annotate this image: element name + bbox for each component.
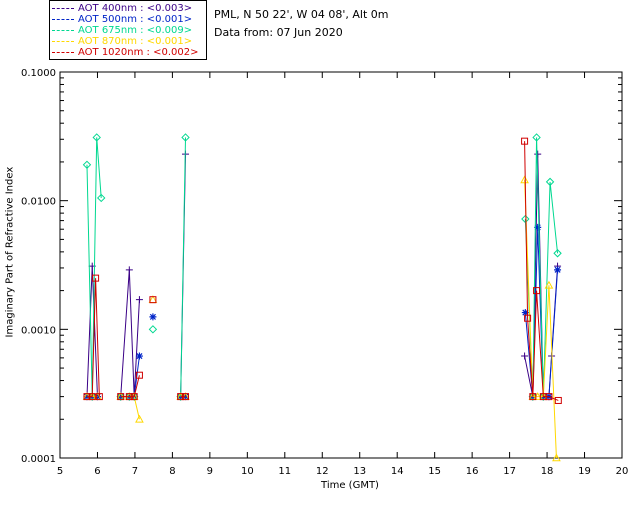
legend-label-675nm: AOT 675nm : <0.009> [78,25,193,36]
legend-entry-400nm: AOT 400nm : <0.003> [52,3,192,14]
x-tick-label: 13 [353,466,366,477]
legend-swatch-400nm [52,7,74,9]
series-line [86,227,559,398]
y-tick-label: 0.1000 [21,68,56,79]
legend-label-1020nm: AOT 1020nm : <0.002> [78,47,199,58]
y-tick-label: 0.0010 [21,325,56,336]
legend-entry-870nm: AOT 870nm : <0.001> [52,36,192,47]
series-line [86,154,559,398]
x-tick-label: 5 [57,466,63,477]
series-group [82,133,562,462]
data-point [149,313,157,321]
chart-canvas: 5 6 7 8 9 10 11 12 13 14 15 16 17 18 19 20 0.0001 0.0010 0… [21,68,628,477]
x-axis-title: Time (GMT) [321,480,379,491]
x-tick-label: 12 [316,466,329,477]
x-tick-label: 17 [503,466,516,477]
data-point [534,150,542,158]
x-tick-label: 6 [94,466,100,477]
series-line [86,137,559,398]
axes: 5 6 7 8 9 10 11 12 13 14 15 16 17 18 19 20 0.0001 0.0010 0… [21,68,628,477]
y-tick-label: 0.0100 [21,197,56,208]
site-info: PML, N 50 22', W 04 08', Alt 0m [214,8,389,21]
y-tick-label: 0.0001 [21,454,56,465]
data-point [135,352,143,360]
x-tick-label: 9 [207,466,213,477]
x-tick-label: 20 [616,466,629,477]
legend-entry-675nm: AOT 675nm : <0.009> [52,25,192,36]
legend-label-870nm: AOT 870nm : <0.001> [78,36,193,47]
x-tick-label: 19 [578,466,591,477]
legend-swatch-500nm [52,18,74,20]
x-tick-label: 15 [428,466,441,477]
series-0 [83,150,562,401]
legend-entry-500nm: AOT 500nm : <0.001> [52,14,192,25]
series-line [86,179,557,459]
legend-entry-1020nm: AOT 1020nm : <0.002> [52,47,198,58]
series-line [86,141,559,401]
legend-swatch-870nm [52,40,74,42]
data-point [135,296,143,304]
x-tick-label: 7 [132,466,138,477]
x-tick-label: 8 [169,466,175,477]
legend-swatch-1020nm [52,51,74,53]
legend-swatch-675nm [52,29,74,31]
series-4 [83,137,562,404]
y-axis-title: Imaginary Part of Refractive Index [4,166,16,338]
plot-area [59,71,623,459]
legend: AOT 400nm : <0.003> AOT 500nm : <0.001> … [49,0,207,60]
series-2 [82,133,562,401]
plot-border [59,71,623,459]
x-tick-label: 11 [278,466,291,477]
data-point [521,352,529,360]
legend-label-400nm: AOT 400nm : <0.003> [78,3,193,14]
data-point [148,325,158,334]
x-tick-label: 18 [541,466,554,477]
legend-label-500nm: AOT 500nm : <0.001> [78,14,193,25]
series-1 [83,223,562,401]
x-tick-label: 14 [391,466,404,477]
date-info: Data from: 07 Jun 2020 [214,26,343,39]
data-point [125,266,133,274]
x-tick-label: 10 [241,466,254,477]
x-tick-label: 16 [466,466,479,477]
data-point [554,266,562,274]
